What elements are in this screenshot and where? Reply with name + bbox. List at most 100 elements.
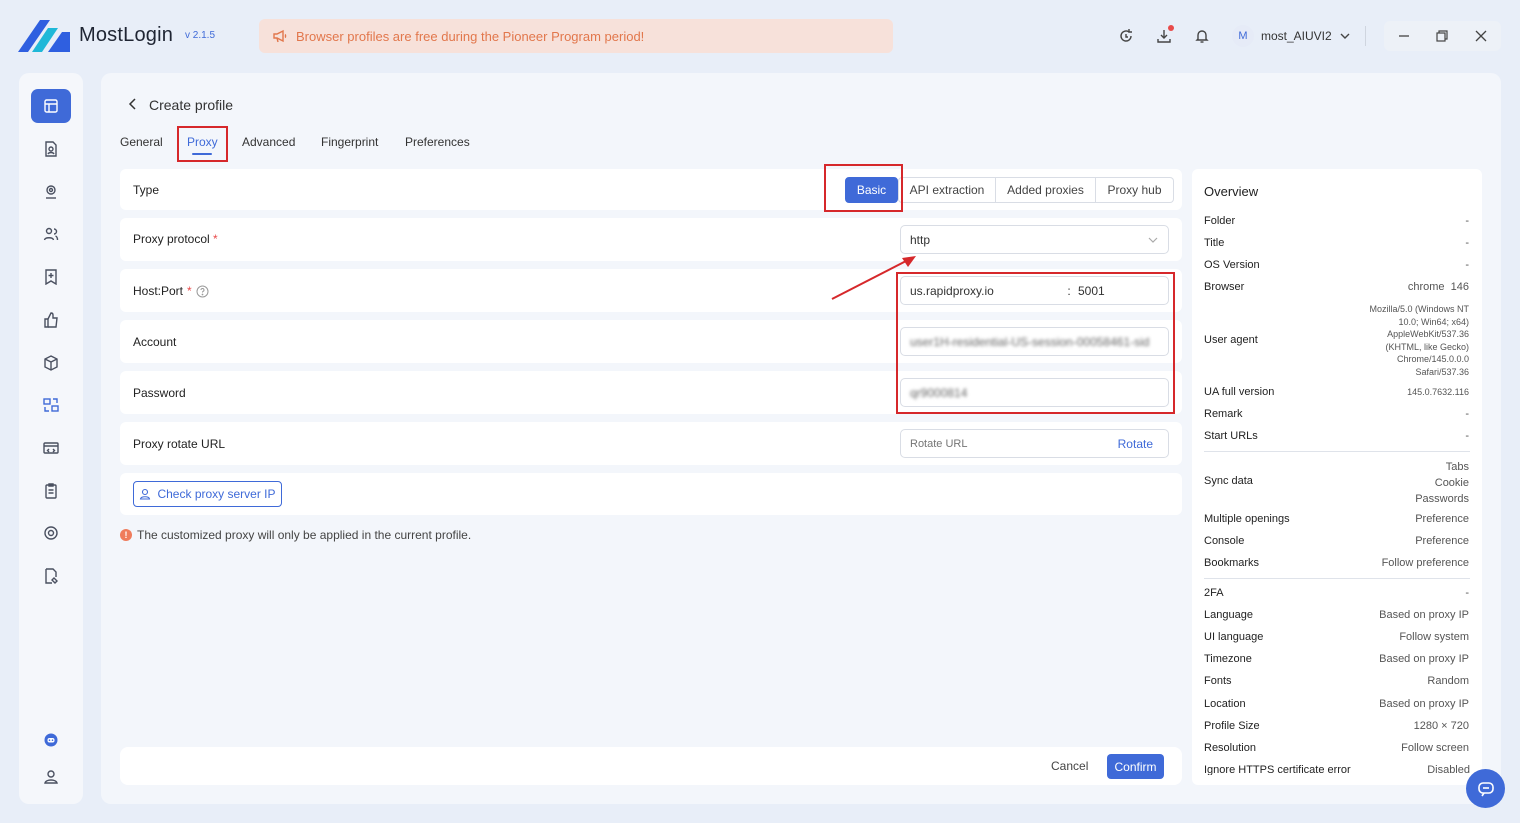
overview-value-2fa: - — [1465, 587, 1469, 599]
tab-fingerprint[interactable]: Fingerprint — [321, 135, 378, 149]
overview-key-multiple-openings: Multiple openings — [1204, 513, 1290, 525]
sidebar-item-file-user[interactable] — [31, 132, 71, 166]
check-proxy-button[interactable]: Check proxy server IP — [133, 481, 282, 507]
protocol-select[interactable]: http — [900, 225, 1169, 254]
protocol-label: Proxy protocol * — [133, 232, 218, 246]
overview-key-resolution: Resolution — [1204, 742, 1256, 754]
support-chat-button[interactable] — [1466, 769, 1505, 808]
overview-key-ua-full: UA full version — [1204, 386, 1275, 398]
sidebar-item-packages[interactable] — [31, 346, 71, 380]
close-icon[interactable] — [1473, 28, 1489, 44]
overview-value-ua-full: 145.0.7632.116 — [1407, 387, 1469, 397]
minimize-icon[interactable] — [1396, 28, 1412, 44]
page-title: Create profile — [149, 97, 234, 113]
team-icon — [43, 227, 59, 241]
thumbs-up-icon — [44, 312, 58, 328]
toolbar-divider — [1365, 26, 1366, 46]
type-proxy-hub-button[interactable]: Proxy hub — [1096, 177, 1174, 203]
api-icon — [43, 442, 59, 454]
sidebar-item-api[interactable] — [31, 431, 71, 465]
confirm-button[interactable]: Confirm — [1107, 754, 1164, 779]
overview-value-bookmarks: Follow preference — [1381, 557, 1469, 569]
overview-key-console: Console — [1204, 535, 1245, 547]
overview-value-remark: - — [1465, 408, 1469, 420]
overview-key-folder: Folder — [1204, 215, 1236, 227]
sync-icon — [43, 398, 59, 412]
app-name: MostLogin — [79, 24, 174, 46]
overview-key-profile-size: Profile Size — [1204, 720, 1260, 732]
sidebar-item-team[interactable] — [31, 217, 71, 251]
sidebar-item-proxy[interactable] — [31, 175, 71, 209]
chat-icon — [1477, 781, 1494, 796]
overview-value-fonts: Random — [1427, 675, 1469, 687]
sidebar-item-bookmarks[interactable] — [31, 260, 71, 294]
hostport-label: Host:Port * — [133, 284, 209, 298]
tab-advanced[interactable]: Advanced — [242, 135, 295, 149]
user-menu[interactable]: M most_AIUVI2 — [1232, 24, 1351, 48]
discord-icon — [44, 733, 58, 747]
overview-key-os: OS Version — [1204, 259, 1260, 271]
sidebar-item-account[interactable] — [31, 760, 71, 794]
user-name: most_AIUVI2 — [1261, 29, 1332, 43]
hostport-label-text: Host:Port — [133, 284, 184, 298]
overview-value-profile-size: 1280 × 720 — [1413, 720, 1469, 732]
overview-key-fonts: Fonts — [1204, 675, 1232, 687]
sidebar-item-docs[interactable] — [31, 559, 71, 593]
annotation-arrow — [831, 256, 916, 300]
rotate-url-input[interactable] — [910, 437, 1090, 450]
app-version: v 2.1.5 — [185, 30, 216, 41]
help-circle-icon[interactable] — [196, 285, 209, 298]
tab-general[interactable]: General — [120, 135, 163, 149]
overview-key-language: Language — [1204, 609, 1253, 621]
clipboard-icon — [45, 483, 57, 499]
user-check-icon — [140, 488, 151, 500]
account-label: Account — [133, 335, 177, 349]
overview-value-console: Preference — [1415, 535, 1469, 547]
overview-value-timezone: Based on proxy IP — [1379, 653, 1469, 665]
proxy-notice: ! The customized proxy will only be appl… — [120, 528, 471, 542]
rotate-button[interactable]: Rotate — [1118, 437, 1153, 451]
back-icon[interactable] — [127, 97, 139, 111]
warning-icon: ! — [120, 529, 132, 541]
bookmark-add-icon — [45, 269, 57, 285]
overview-clipped-row: Ignore HTTPS certificate error Disabled — [1192, 760, 1482, 775]
bell-icon[interactable] — [1193, 27, 1211, 45]
annotation-box-credentials — [896, 272, 1175, 414]
cancel-button[interactable]: Cancel — [1051, 759, 1088, 773]
overview-separator — [1204, 578, 1470, 579]
overview-key-location: Location — [1204, 698, 1246, 710]
restore-icon[interactable] — [1434, 28, 1450, 44]
announcement-banner[interactable]: Browser profiles are free during the Pio… — [259, 19, 893, 53]
sidebar-item-extensions[interactable] — [31, 516, 71, 550]
refresh-icon[interactable] — [1117, 27, 1135, 45]
overview-key-timezone: Timezone — [1204, 653, 1252, 665]
user-icon — [44, 770, 58, 784]
password-label: Password — [133, 386, 186, 400]
overview-key-title: Title — [1204, 237, 1225, 249]
extension-icon — [44, 526, 58, 540]
overview-value-sync: Tabs Cookie Passwords — [1415, 461, 1469, 505]
type-api-extraction-button[interactable]: API extraction — [898, 177, 996, 203]
banner-text: Browser profiles are free during the Pio… — [296, 28, 645, 44]
type-added-proxies-button[interactable]: Added proxies — [996, 177, 1096, 203]
notice-text: The customized proxy will only be applie… — [137, 528, 472, 542]
overview-value-language: Based on proxy IP — [1379, 609, 1469, 621]
sidebar-item-logs[interactable] — [31, 474, 71, 508]
chevron-down-icon — [1148, 237, 1158, 243]
tab-preferences[interactable]: Preferences — [405, 135, 470, 149]
chevron-down-icon — [1340, 33, 1350, 39]
sidebar-item-community[interactable] — [31, 723, 71, 757]
sidebar-item-profiles[interactable] — [31, 89, 71, 123]
megaphone-icon — [273, 29, 287, 43]
sidebar-item-recommend[interactable] — [31, 303, 71, 337]
required-mark: * — [213, 232, 218, 246]
overview-value-resolution: Follow screen — [1401, 742, 1469, 754]
overview-value-os: - — [1465, 259, 1469, 271]
type-label: Type — [133, 183, 160, 197]
annotation-box-proxy-tab — [177, 126, 228, 162]
overview-separator — [1204, 451, 1470, 452]
overview-value-https: Disabled — [1427, 764, 1470, 775]
sidebar-item-sync[interactable] — [31, 388, 71, 422]
overview-key-sync: Sync data — [1204, 475, 1253, 487]
overview-value-folder: - — [1465, 215, 1469, 227]
